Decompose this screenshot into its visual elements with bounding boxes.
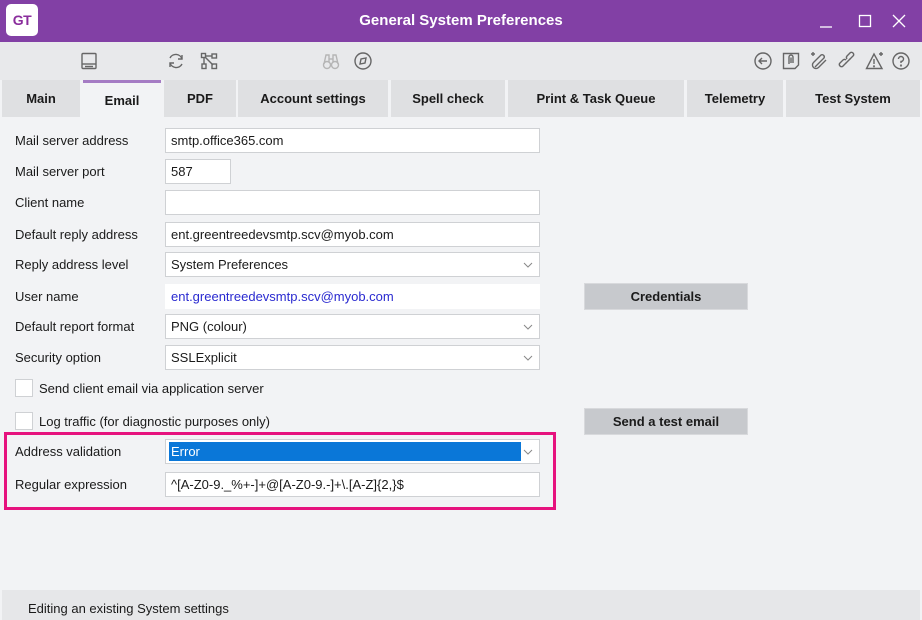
help-button[interactable] [890, 50, 912, 72]
add-attachment-button[interactable] [809, 50, 831, 72]
title-bar: GT General System Preferences [0, 0, 922, 42]
window-title: General System Preferences [359, 12, 563, 29]
log-traffic-row: Log traffic (for diagnostic purposes onl… [15, 412, 270, 430]
send-client-email-checkbox[interactable] [15, 379, 33, 397]
add-alert-button[interactable] [864, 50, 886, 72]
refresh-button[interactable] [165, 50, 187, 72]
tab-account-settings[interactable]: Account settings [238, 80, 388, 117]
tab-spell-check[interactable]: Spell check [391, 80, 505, 117]
default-reply-address-input[interactable]: ent.greentreedevsmtp.scv@myob.com [165, 222, 540, 247]
maximize-icon [858, 14, 872, 28]
tab-print-task-queue[interactable]: Print & Task Queue [508, 80, 684, 117]
save-button[interactable] [78, 50, 100, 72]
tab-test-system[interactable]: Test System [786, 80, 920, 117]
minimize-icon [820, 26, 832, 28]
tab-main[interactable]: Main [2, 80, 80, 117]
mail-server-port-input[interactable]: 587 [165, 159, 231, 184]
default-report-format-select[interactable]: PNG (colour) [165, 314, 540, 339]
compass-icon [354, 52, 372, 70]
minimize-button[interactable] [813, 8, 839, 34]
back-icon [754, 52, 772, 70]
send-test-email-button[interactable]: Send a test email [584, 408, 748, 435]
find-button[interactable] [320, 50, 342, 72]
log-traffic-checkbox[interactable] [15, 412, 33, 430]
close-icon [892, 14, 906, 28]
security-option-select[interactable]: SSLExplicit [165, 345, 540, 370]
chevron-down-icon [523, 262, 533, 268]
tab-email[interactable]: Email [83, 80, 161, 117]
chevron-down-icon [523, 449, 533, 455]
regular-expression-label: Regular expression [15, 477, 128, 492]
back-button[interactable] [752, 50, 774, 72]
tab-pdf[interactable]: PDF [164, 80, 236, 117]
status-bar: Editing an existing System settings [2, 590, 920, 620]
mail-server-port-label: Mail server port [15, 164, 105, 179]
workflow-button[interactable] [198, 50, 220, 72]
address-validation-label: Address validation [15, 444, 122, 459]
add-alert-icon [865, 52, 884, 70]
client-name-input[interactable] [165, 190, 540, 215]
user-name-label: User name [15, 289, 79, 304]
reply-address-level-value: System Preferences [171, 257, 289, 272]
link-button[interactable] [837, 50, 859, 72]
tab-bar: Main Email PDF Account settings Spell ch… [0, 80, 922, 117]
reply-address-level-label: Reply address level [15, 257, 129, 272]
toolbar [0, 42, 922, 80]
send-client-email-label: Send client email via application server [39, 380, 264, 396]
navigate-button[interactable] [352, 50, 374, 72]
default-report-format-value: PNG (colour) [171, 319, 247, 334]
user-name-link[interactable]: ent.greentreedevsmtp.scv@myob.com [165, 284, 540, 309]
link-icon [838, 51, 855, 68]
address-validation-select[interactable]: Error [165, 439, 540, 464]
workflow-icon [200, 52, 218, 70]
tab-telemetry[interactable]: Telemetry [687, 80, 783, 117]
attachments-button[interactable] [780, 50, 802, 72]
reply-address-level-select[interactable]: System Preferences [165, 252, 540, 277]
address-validation-value: Error [169, 442, 521, 461]
help-icon [892, 52, 910, 70]
close-button[interactable] [886, 8, 912, 34]
binoculars-icon [322, 54, 340, 70]
log-traffic-label: Log traffic (for diagnostic purposes onl… [39, 413, 270, 429]
default-reply-address-label: Default reply address [15, 227, 138, 242]
save-icon [81, 52, 97, 70]
refresh-icon [169, 53, 183, 69]
mail-server-address-input[interactable]: smtp.office365.com [165, 128, 540, 153]
chevron-down-icon [523, 355, 533, 361]
attachment-doc-icon [782, 52, 800, 70]
security-option-value: SSLExplicit [171, 350, 237, 365]
add-attachment-icon [811, 52, 827, 70]
default-report-format-label: Default report format [15, 319, 135, 334]
security-option-label: Security option [15, 350, 101, 365]
mail-server-address-label: Mail server address [15, 133, 129, 148]
maximize-button[interactable] [852, 8, 878, 34]
client-name-label: Client name [15, 195, 85, 210]
credentials-button[interactable]: Credentials [584, 283, 748, 310]
send-client-email-row: Send client email via application server [15, 379, 264, 397]
regular-expression-input[interactable]: ^[A-Z0-9._%+-]+@[A-Z0-9.-]+\.[A-Z]{2,}$ [165, 472, 540, 497]
chevron-down-icon [523, 324, 533, 330]
